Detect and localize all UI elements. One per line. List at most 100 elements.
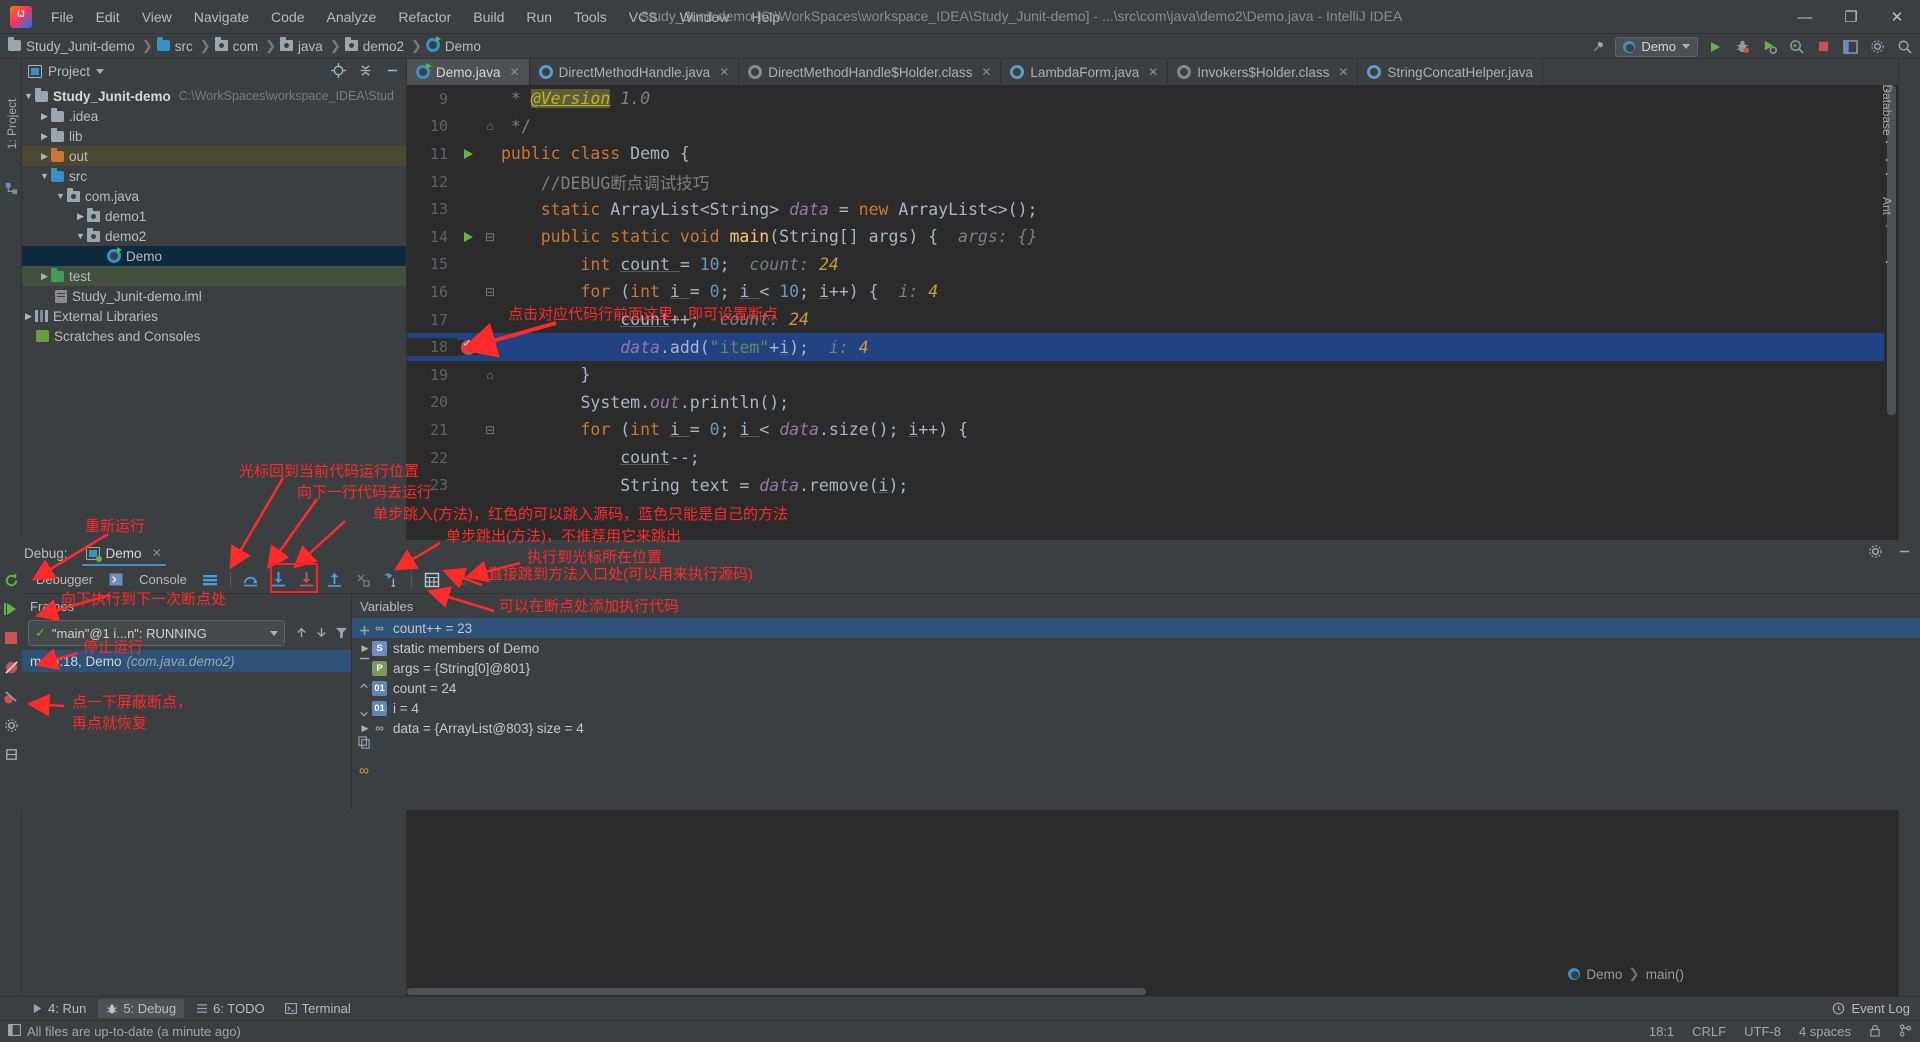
- sidebar-tab-ant[interactable]: Ant: [1880, 168, 1894, 244]
- breadcrumb-item-java[interactable]: java: [298, 39, 323, 54]
- move-up-button[interactable]: [354, 676, 374, 696]
- editor-breadcrumb-class[interactable]: Demo: [1586, 967, 1622, 982]
- search-icon[interactable]: [1894, 37, 1914, 57]
- debug-header-actions[interactable]: [1868, 544, 1912, 562]
- frames-side-buttons[interactable]: ∞: [352, 620, 376, 780]
- event-log-button[interactable]: Event Log: [1832, 1001, 1910, 1016]
- trace-icon[interactable]: [447, 568, 473, 592]
- menu-navigate[interactable]: Navigate: [183, 5, 260, 29]
- move-down-button[interactable]: [354, 704, 374, 724]
- menu-refactor[interactable]: Refactor: [387, 5, 462, 29]
- run-gutter-icon[interactable]: [457, 148, 479, 159]
- scrollbar-thumb[interactable]: [407, 988, 1146, 995]
- toolwindow-debug[interactable]: 5: Debug: [98, 999, 185, 1018]
- chevron-down-icon[interactable]: [270, 630, 278, 636]
- console-icon[interactable]: [103, 568, 129, 592]
- code-line[interactable]: 15 int count = 10; count: 24: [407, 251, 1884, 279]
- variable-row-count[interactable]: 01 count = 24: [352, 678, 1920, 698]
- arrow-down-icon[interactable]: [311, 622, 331, 642]
- code-line-current[interactable]: 18 data.add("item"+i); i: 4: [407, 333, 1884, 361]
- stop-icon[interactable]: [1, 628, 21, 648]
- fold-marker[interactable]: ⊟: [479, 423, 501, 437]
- hide-panel-icon[interactable]: [385, 63, 400, 81]
- copy-button[interactable]: [354, 732, 374, 752]
- add-watch-button[interactable]: [354, 620, 374, 640]
- tab-stringconcathelper-java[interactable]: StringConcatHelper.java: [1358, 59, 1544, 85]
- chevron-down-icon[interactable]: [96, 69, 105, 74]
- sidebar-tab-database[interactable]: Database: [1880, 72, 1894, 148]
- line-separator[interactable]: CRLF: [1692, 1024, 1726, 1039]
- expand-arrow-icon[interactable]: ▶: [38, 151, 51, 162]
- expand-arrow-icon[interactable]: ▼: [38, 171, 51, 181]
- code-line[interactable]: 14 ⊟ public static void main(String[] ar…: [407, 223, 1884, 251]
- stop-icon[interactable]: [1813, 37, 1833, 57]
- run-icon[interactable]: [1705, 37, 1725, 57]
- tree-row-module[interactable]: ▼ Study_Junit-demo C:\WorkSpaces\workspa…: [22, 86, 406, 106]
- evaluate-expression-icon[interactable]: [419, 568, 445, 592]
- code-line[interactable]: 22 count--;: [407, 444, 1884, 472]
- variable-row-data[interactable]: ▶ ∞ data = {ArrayList@803} size = 4: [352, 718, 1920, 738]
- close-icon[interactable]: ✕: [1148, 65, 1158, 79]
- code-line[interactable]: 19 ⌂ }: [407, 361, 1884, 389]
- expand-arrow-icon[interactable]: ▶: [22, 311, 35, 322]
- step-into-icon[interactable]: [266, 568, 292, 592]
- branch-icon[interactable]: [1899, 1023, 1912, 1040]
- menu-analyze[interactable]: Analyze: [316, 5, 388, 29]
- filter-icon[interactable]: [331, 622, 351, 642]
- maximize-button[interactable]: ❐: [1828, 0, 1874, 34]
- code-line[interactable]: 12 //DEBUG断点调试技巧: [407, 168, 1884, 196]
- project-panel-title-group[interactable]: Project: [28, 64, 105, 79]
- structure-rail-icon[interactable]: [0, 177, 22, 199]
- menu-tools[interactable]: Tools: [563, 5, 618, 29]
- hammer-icon[interactable]: [1588, 37, 1608, 57]
- breadcrumb-item-module[interactable]: Study_Junit-demo: [26, 39, 135, 54]
- navbar-actions[interactable]: Demo: [1588, 34, 1914, 59]
- drop-frame-icon[interactable]: [350, 568, 376, 592]
- arrow-up-icon[interactable]: [291, 622, 311, 642]
- bottom-tool-window-bar[interactable]: 4: Run 5: Debug 6: TODO Terminal Event L…: [0, 996, 1920, 1020]
- tree-row-scratches[interactable]: Scratches and Consoles: [22, 326, 406, 346]
- resume-icon[interactable]: [1, 599, 21, 619]
- menu-code[interactable]: Code: [260, 5, 315, 29]
- variables-list[interactable]: ∞ count++ = 23 ▶ S static members of Dem…: [352, 618, 1920, 738]
- tab-directmethodhandle-holder-class[interactable]: DirectMethodHandle$Holder.class ✕: [739, 59, 1002, 85]
- mute-breakpoints-icon[interactable]: [1, 657, 21, 677]
- editor-breadcrumb-method[interactable]: main(): [1646, 967, 1684, 982]
- breadcrumb-item-com[interactable]: com: [233, 39, 259, 54]
- menu-file[interactable]: File: [40, 5, 85, 29]
- fold-marker[interactable]: ⌂: [479, 119, 501, 133]
- rerun-icon[interactable]: [1, 570, 21, 590]
- debug-toolbar[interactable]: Debugger Console: [22, 566, 1920, 594]
- minimize-button[interactable]: —: [1782, 0, 1828, 34]
- code-line[interactable]: 16 ⊟ for (int i = 0; i < 10; i++) { i: 4: [407, 278, 1884, 306]
- variable-row-i[interactable]: 01 i = 4: [352, 698, 1920, 718]
- tree-row-iml[interactable]: Study_Junit-demo.iml: [22, 286, 406, 306]
- expand-arrow-icon[interactable]: ▼: [74, 231, 87, 241]
- variable-row-static[interactable]: ▶ S static members of Demo: [352, 638, 1920, 658]
- menu-run[interactable]: Run: [515, 5, 563, 29]
- tree-row-idea[interactable]: ▶ .idea: [22, 106, 406, 126]
- code-line[interactable]: 10 ⌂ */: [407, 113, 1884, 141]
- tab-lambdaform-java[interactable]: LambdaForm.java ✕: [1001, 59, 1169, 85]
- tab-demo-java[interactable]: Demo.java ✕: [407, 59, 530, 85]
- debug-icon[interactable]: [1732, 37, 1752, 57]
- settings-icon[interactable]: [1, 715, 21, 735]
- remove-watch-button[interactable]: [354, 648, 374, 668]
- pin-icon[interactable]: [1, 744, 21, 764]
- layout-icon[interactable]: [1840, 37, 1860, 57]
- coverage-icon[interactable]: [1759, 37, 1779, 57]
- debug-side-actions[interactable]: [0, 566, 22, 810]
- close-icon[interactable]: ✕: [981, 65, 991, 79]
- breadcrumb-item-demo2[interactable]: demo2: [363, 39, 404, 54]
- window-controls[interactable]: — ❐ ✕: [1782, 0, 1920, 34]
- fold-marker[interactable]: ⊟: [479, 285, 501, 299]
- code-line[interactable]: 11 public class Demo {: [407, 140, 1884, 168]
- tree-row-external-libraries[interactable]: ▶ External Libraries: [22, 306, 406, 326]
- gear-icon[interactable]: [1868, 544, 1883, 562]
- tab-directmethodhandle-java[interactable]: DirectMethodHandle.java ✕: [530, 59, 740, 85]
- debug-session-tab[interactable]: Demo ✕: [78, 540, 170, 566]
- expand-arrow-icon[interactable]: ▶: [38, 271, 51, 282]
- tab-console[interactable]: Console: [131, 572, 195, 587]
- code-line[interactable]: 13 static ArrayList<String> data = new A…: [407, 195, 1884, 223]
- tab-debugger[interactable]: Debugger: [28, 572, 101, 587]
